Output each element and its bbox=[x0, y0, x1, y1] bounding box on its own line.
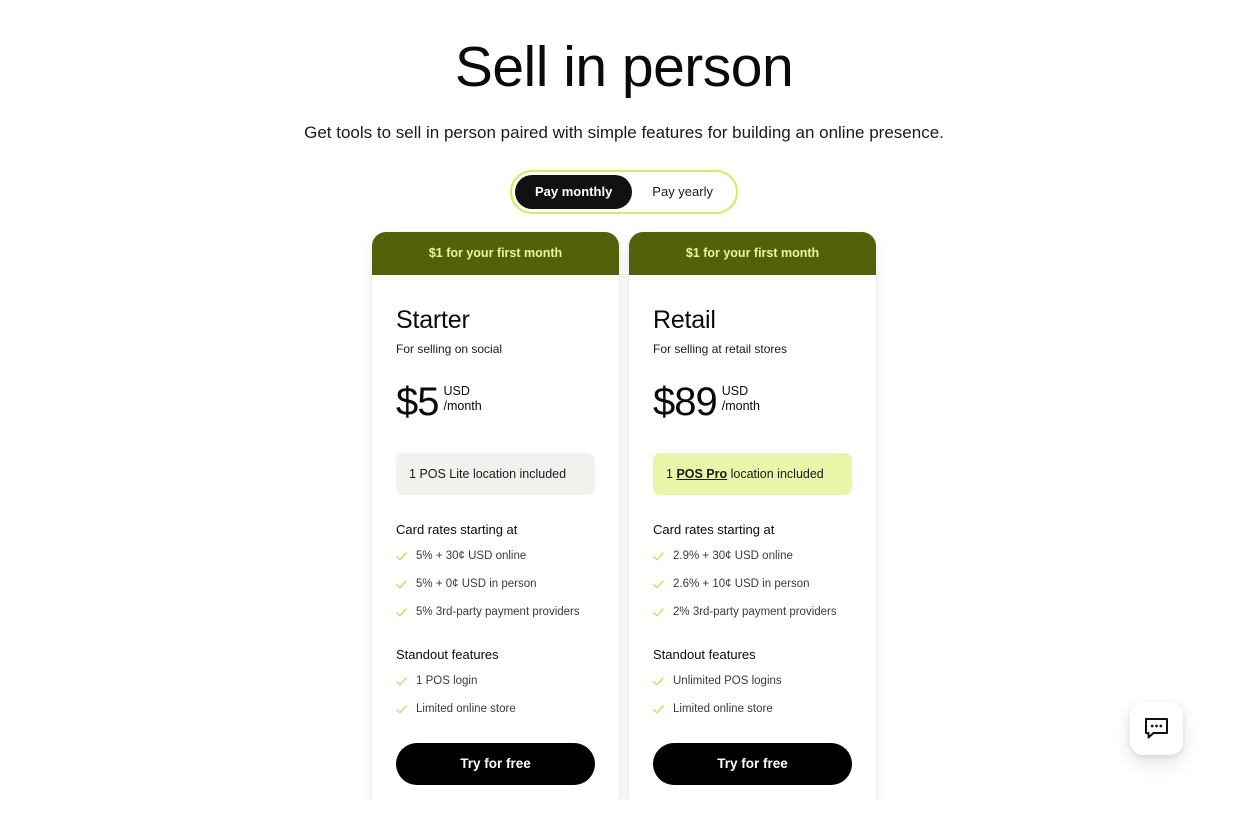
list-item: Unlimited POS logins bbox=[653, 674, 852, 689]
location-chip: 1 POS Pro location included bbox=[653, 453, 852, 495]
price-amount: $5 bbox=[396, 380, 439, 424]
price-period: /month bbox=[443, 399, 482, 413]
check-icon bbox=[653, 552, 664, 561]
check-icon bbox=[396, 608, 407, 617]
plan-name: Starter bbox=[396, 306, 470, 334]
location-chip: 1 POS Lite location included bbox=[396, 453, 595, 495]
list-item-label: 5% + 0¢ USD in person bbox=[416, 578, 537, 590]
pos-pro-link[interactable]: POS Pro bbox=[676, 467, 727, 481]
list-item-label: Unlimited POS logins bbox=[673, 675, 782, 687]
list-item: 5% + 0¢ USD in person bbox=[396, 577, 595, 592]
standout-features-heading: Standout features bbox=[396, 647, 499, 662]
price-amount: $89 bbox=[653, 380, 718, 424]
list-item-label: 1 POS login bbox=[416, 675, 478, 687]
cta-wrapper: Try for free bbox=[653, 717, 852, 785]
chip-prefix: 1 bbox=[666, 467, 677, 481]
hero-section: Sell in person Get tools to sell in pers… bbox=[24, 24, 1224, 145]
price-currency: USD bbox=[443, 384, 470, 398]
chip-prefix: 1 bbox=[409, 467, 420, 481]
check-icon bbox=[396, 580, 407, 589]
list-item: 2.9% + 30¢ USD online bbox=[653, 549, 852, 564]
standout-features-list: 1 POS login Limited online store bbox=[396, 674, 595, 717]
toggle-option-monthly[interactable]: Pay monthly bbox=[515, 175, 633, 209]
list-item-label: Limited online store bbox=[673, 703, 773, 715]
list-item: 2.6% + 10¢ USD in person bbox=[653, 577, 852, 592]
billing-toggle-wrapper: Pay monthly Pay yearly bbox=[24, 170, 1224, 214]
price-meta: USD /month bbox=[722, 384, 760, 414]
chat-bubble-icon bbox=[1145, 718, 1168, 739]
list-item-label: 2% 3rd-party payment providers bbox=[673, 606, 837, 618]
list-item-label: 2.9% + 30¢ USD online bbox=[673, 550, 793, 562]
plan-price: $89 USD /month bbox=[653, 381, 852, 423]
price-currency: USD bbox=[721, 384, 749, 398]
standout-features-list: Unlimited POS logins Limited online stor… bbox=[653, 674, 852, 717]
try-for-free-button[interactable]: Try for free bbox=[653, 743, 852, 785]
plan-name: Retail bbox=[653, 306, 716, 334]
chat-launcher-button[interactable] bbox=[1130, 702, 1183, 755]
list-item-label: 2.6% + 10¢ USD in person bbox=[673, 578, 810, 590]
billing-period-toggle[interactable]: Pay monthly Pay yearly bbox=[510, 170, 738, 214]
promo-banner: $1 for your first month bbox=[629, 232, 876, 275]
page-subtitle: Get tools to sell in person paired with … bbox=[304, 123, 944, 142]
list-item: Limited online store bbox=[653, 702, 852, 717]
list-item: 5% + 30¢ USD online bbox=[396, 549, 595, 564]
check-icon bbox=[653, 580, 664, 589]
promo-banner: $1 for your first month bbox=[372, 232, 619, 275]
check-icon bbox=[396, 677, 407, 686]
try-for-free-button[interactable]: Try for free bbox=[396, 743, 595, 785]
content-surface: Sell in person Get tools to sell in pers… bbox=[24, 24, 1224, 800]
list-item: 5% 3rd-party payment providers bbox=[396, 605, 595, 620]
card-rates-heading: Card rates starting at bbox=[396, 522, 518, 537]
list-item-label: 5% + 30¢ USD online bbox=[416, 550, 527, 562]
plan-tagline: For selling at retail stores bbox=[653, 342, 788, 356]
price-period: /month bbox=[721, 399, 760, 413]
toggle-option-yearly[interactable]: Pay yearly bbox=[632, 175, 733, 209]
standout-features-heading: Standout features bbox=[653, 647, 756, 662]
card-rates-heading: Card rates starting at bbox=[653, 522, 775, 537]
chip-suffix: location included bbox=[469, 467, 567, 481]
price-meta: USD /month bbox=[444, 384, 482, 414]
page-root: Sell in person Get tools to sell in pers… bbox=[0, 0, 1248, 823]
plan-body: Retail For selling at retail stores $89 … bbox=[629, 275, 876, 800]
plan-tagline: For selling on social bbox=[396, 342, 503, 356]
list-item-label: Limited online store bbox=[416, 703, 516, 715]
chip-suffix: location included bbox=[727, 467, 824, 481]
list-item: 1 POS login bbox=[396, 674, 595, 689]
check-icon bbox=[396, 705, 407, 714]
card-rates-list: 5% + 30¢ USD online 5% + 0¢ USD in perso… bbox=[396, 549, 595, 620]
plan-body: Starter For selling on social $5 USD /mo… bbox=[372, 275, 619, 800]
plan-card-starter[interactable]: $1 for your first month Starter For sell… bbox=[372, 232, 619, 800]
page-title: Sell in person bbox=[454, 35, 794, 99]
check-icon bbox=[653, 677, 664, 686]
plan-card-retail[interactable]: $1 for your first month Retail For selli… bbox=[629, 232, 876, 800]
list-item: 2% 3rd-party payment providers bbox=[653, 605, 852, 620]
check-icon bbox=[653, 705, 664, 714]
list-item: Limited online store bbox=[396, 702, 595, 717]
cta-wrapper: Try for free bbox=[396, 717, 595, 785]
pricing-plans: $1 for your first month Starter For sell… bbox=[24, 232, 1224, 800]
chip-strong-text: POS Lite bbox=[419, 467, 470, 481]
plan-price: $5 USD /month bbox=[396, 381, 595, 423]
check-icon bbox=[653, 608, 664, 617]
card-rates-list: 2.9% + 30¢ USD online 2.6% + 10¢ USD in … bbox=[653, 549, 852, 620]
check-icon bbox=[396, 552, 407, 561]
list-item-label: 5% 3rd-party payment providers bbox=[416, 606, 580, 618]
